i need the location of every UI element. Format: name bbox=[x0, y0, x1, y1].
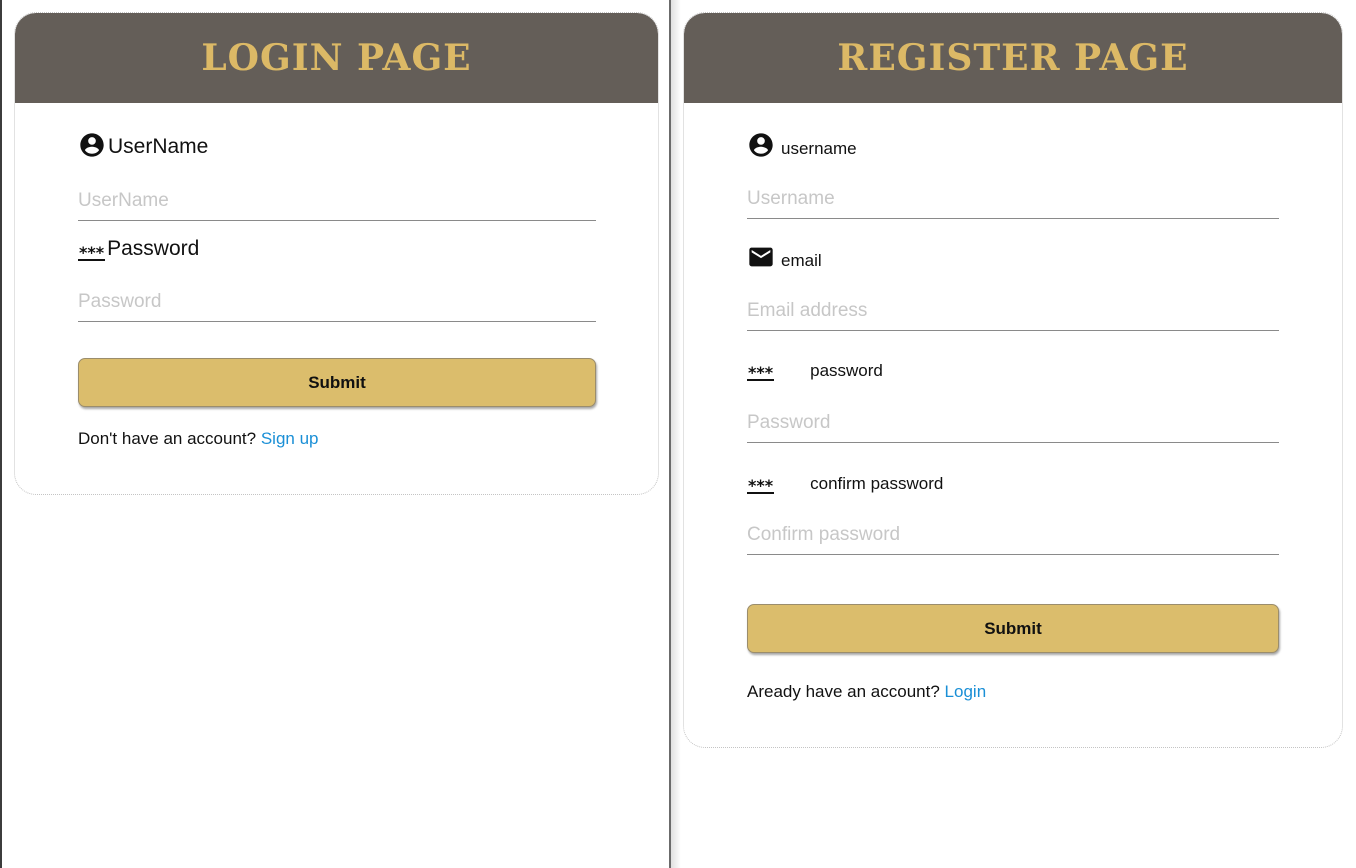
register-card: REGISTER PAGE username email *** passwor… bbox=[683, 12, 1343, 748]
register-header: REGISTER PAGE bbox=[684, 13, 1342, 103]
confirm-password-label: confirm password bbox=[810, 474, 944, 493]
register-confirm-field: *** confirm password bbox=[747, 474, 1279, 494]
login-footer-text: Don't have an account? bbox=[78, 429, 257, 448]
register-footer: Aready have an account? Login bbox=[747, 682, 986, 702]
login-header: LOGIN PAGE bbox=[15, 13, 658, 103]
register-username-field: username bbox=[747, 131, 1279, 159]
sign-up-link[interactable]: Sign up bbox=[261, 429, 319, 448]
mail-icon bbox=[747, 243, 775, 271]
password-icon: *** bbox=[78, 243, 106, 262]
password-icon: *** bbox=[747, 363, 775, 382]
email-input[interactable] bbox=[747, 291, 1279, 331]
login-password-field: *** Password bbox=[78, 237, 596, 261]
register-password-field: *** password bbox=[747, 361, 1279, 381]
password-label: Password bbox=[107, 237, 200, 260]
register-username-input[interactable] bbox=[747, 179, 1279, 219]
email-label: email bbox=[781, 251, 822, 270]
login-link[interactable]: Login bbox=[945, 682, 987, 701]
login-title: LOGIN PAGE bbox=[201, 37, 472, 79]
pane-divider-shadow bbox=[671, 0, 681, 868]
username-label: UserName bbox=[108, 135, 209, 158]
confirm-password-input[interactable] bbox=[747, 515, 1279, 555]
register-password-input[interactable] bbox=[747, 403, 1279, 443]
password-label: password bbox=[810, 361, 883, 380]
login-submit-button[interactable]: Submit bbox=[78, 358, 596, 407]
login-card: LOGIN PAGE UserName *** Password Submit … bbox=[14, 12, 659, 495]
login-footer: Don't have an account? Sign up bbox=[78, 429, 319, 449]
register-email-field: email bbox=[747, 243, 1279, 271]
register-footer-text: Aready have an account? bbox=[747, 682, 940, 701]
confirm-password-icon: *** bbox=[747, 476, 775, 495]
password-input[interactable] bbox=[78, 282, 596, 322]
window-edge bbox=[0, 0, 2, 868]
username-label: username bbox=[781, 139, 857, 158]
account-circle-icon bbox=[78, 131, 106, 159]
login-username-field: UserName bbox=[78, 131, 596, 159]
register-title: REGISTER PAGE bbox=[837, 37, 1189, 79]
username-input[interactable] bbox=[78, 181, 596, 221]
account-circle-icon bbox=[747, 131, 775, 159]
register-submit-button[interactable]: Submit bbox=[747, 604, 1279, 653]
